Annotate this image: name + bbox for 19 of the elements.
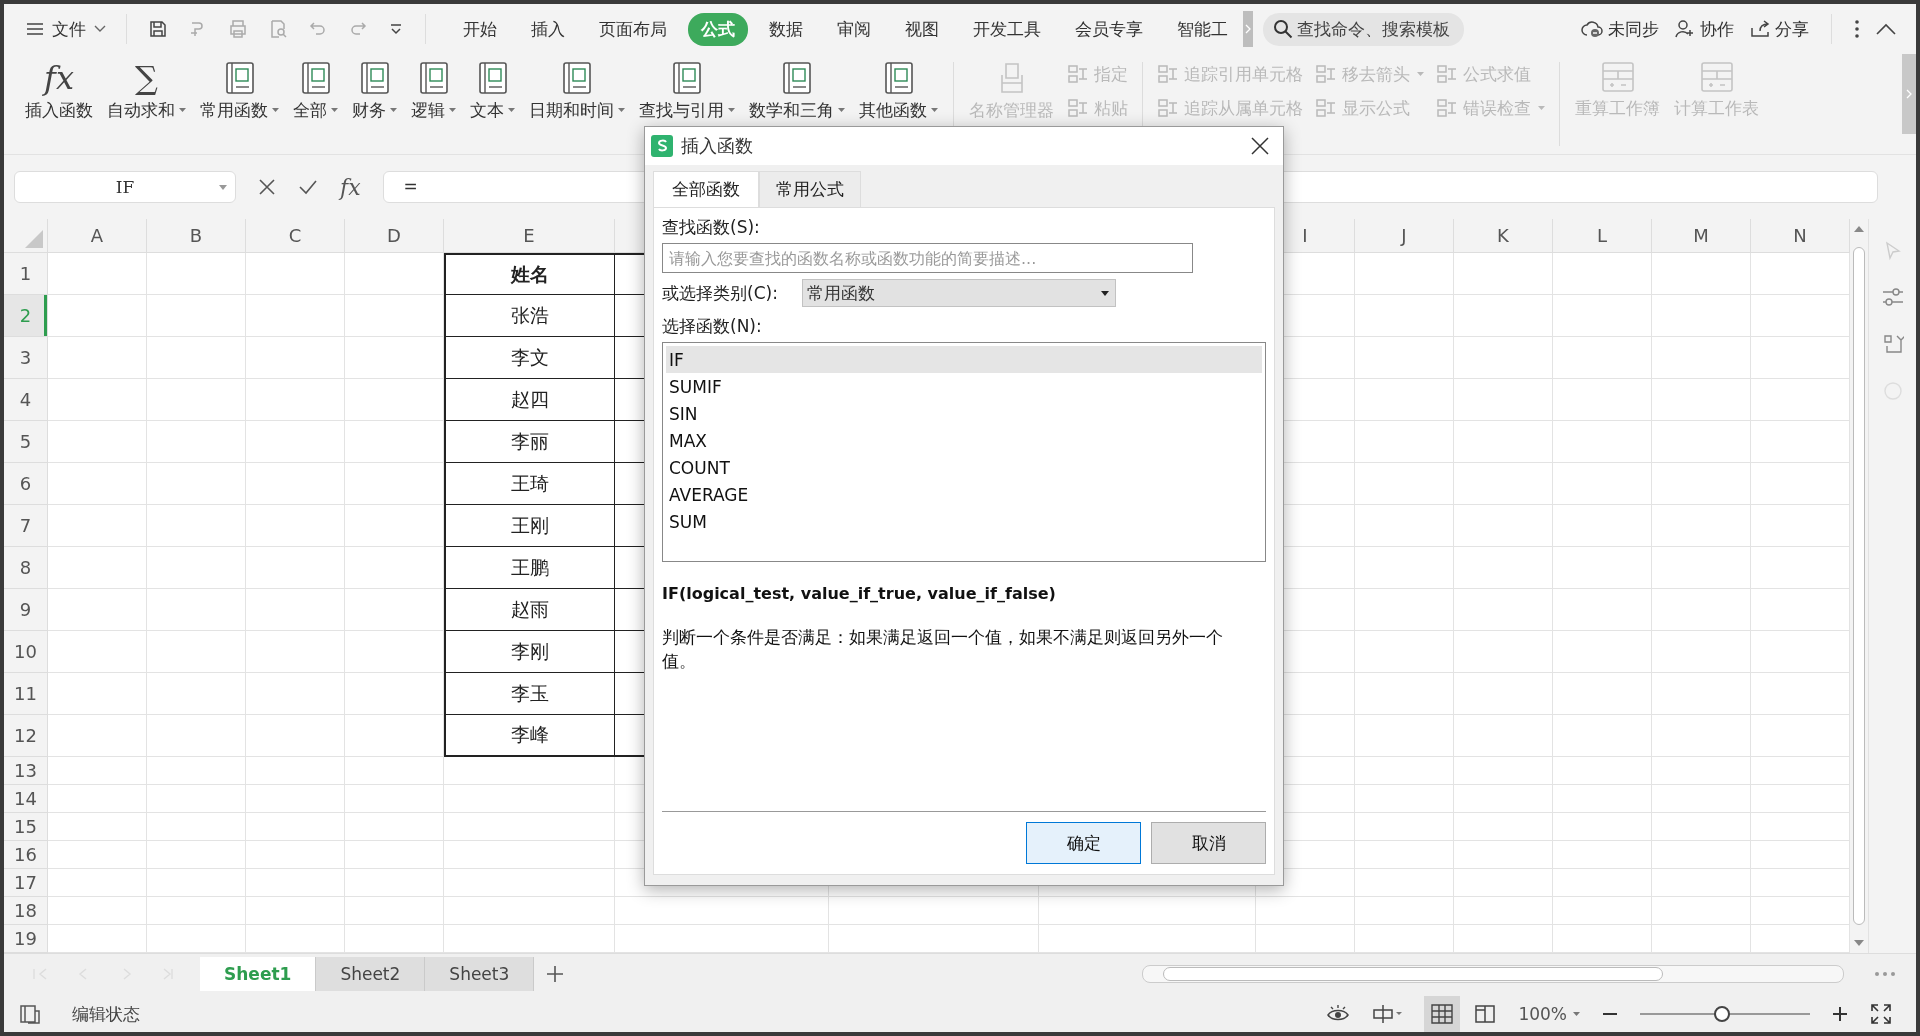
field-label: 或选择类别(C):: [662, 281, 778, 305]
field-label: 选择函数(N):: [662, 315, 763, 338]
table-cell: 李玉: [444, 673, 615, 715]
table-cell: 赵雨: [444, 589, 615, 631]
dialog-title: 插入函数: [681, 134, 753, 158]
field-label: 查找函数(S):: [662, 216, 761, 239]
table-cell: 李刚: [444, 631, 615, 673]
function-description: 判断一个条件是否满足：如果满足返回一个值，如果不满足则返回另外一个值。: [662, 626, 1224, 673]
table-cell: 李峰: [444, 715, 615, 757]
table-cell: 李丽: [444, 421, 615, 463]
table-cell: 赵四: [444, 379, 615, 421]
table-cell: 王鹏: [444, 547, 615, 589]
table-cell: 王刚: [444, 505, 615, 547]
table-cell: 李文: [444, 337, 615, 379]
status-text: 编辑状态: [72, 1002, 140, 1026]
table-cell: 张浩: [444, 295, 615, 337]
function-signature: IF(logical_test, value_if_true, value_if_false): [662, 584, 1057, 603]
table-cell: 姓名: [444, 253, 615, 295]
table-cell: 王琦: [444, 463, 615, 505]
